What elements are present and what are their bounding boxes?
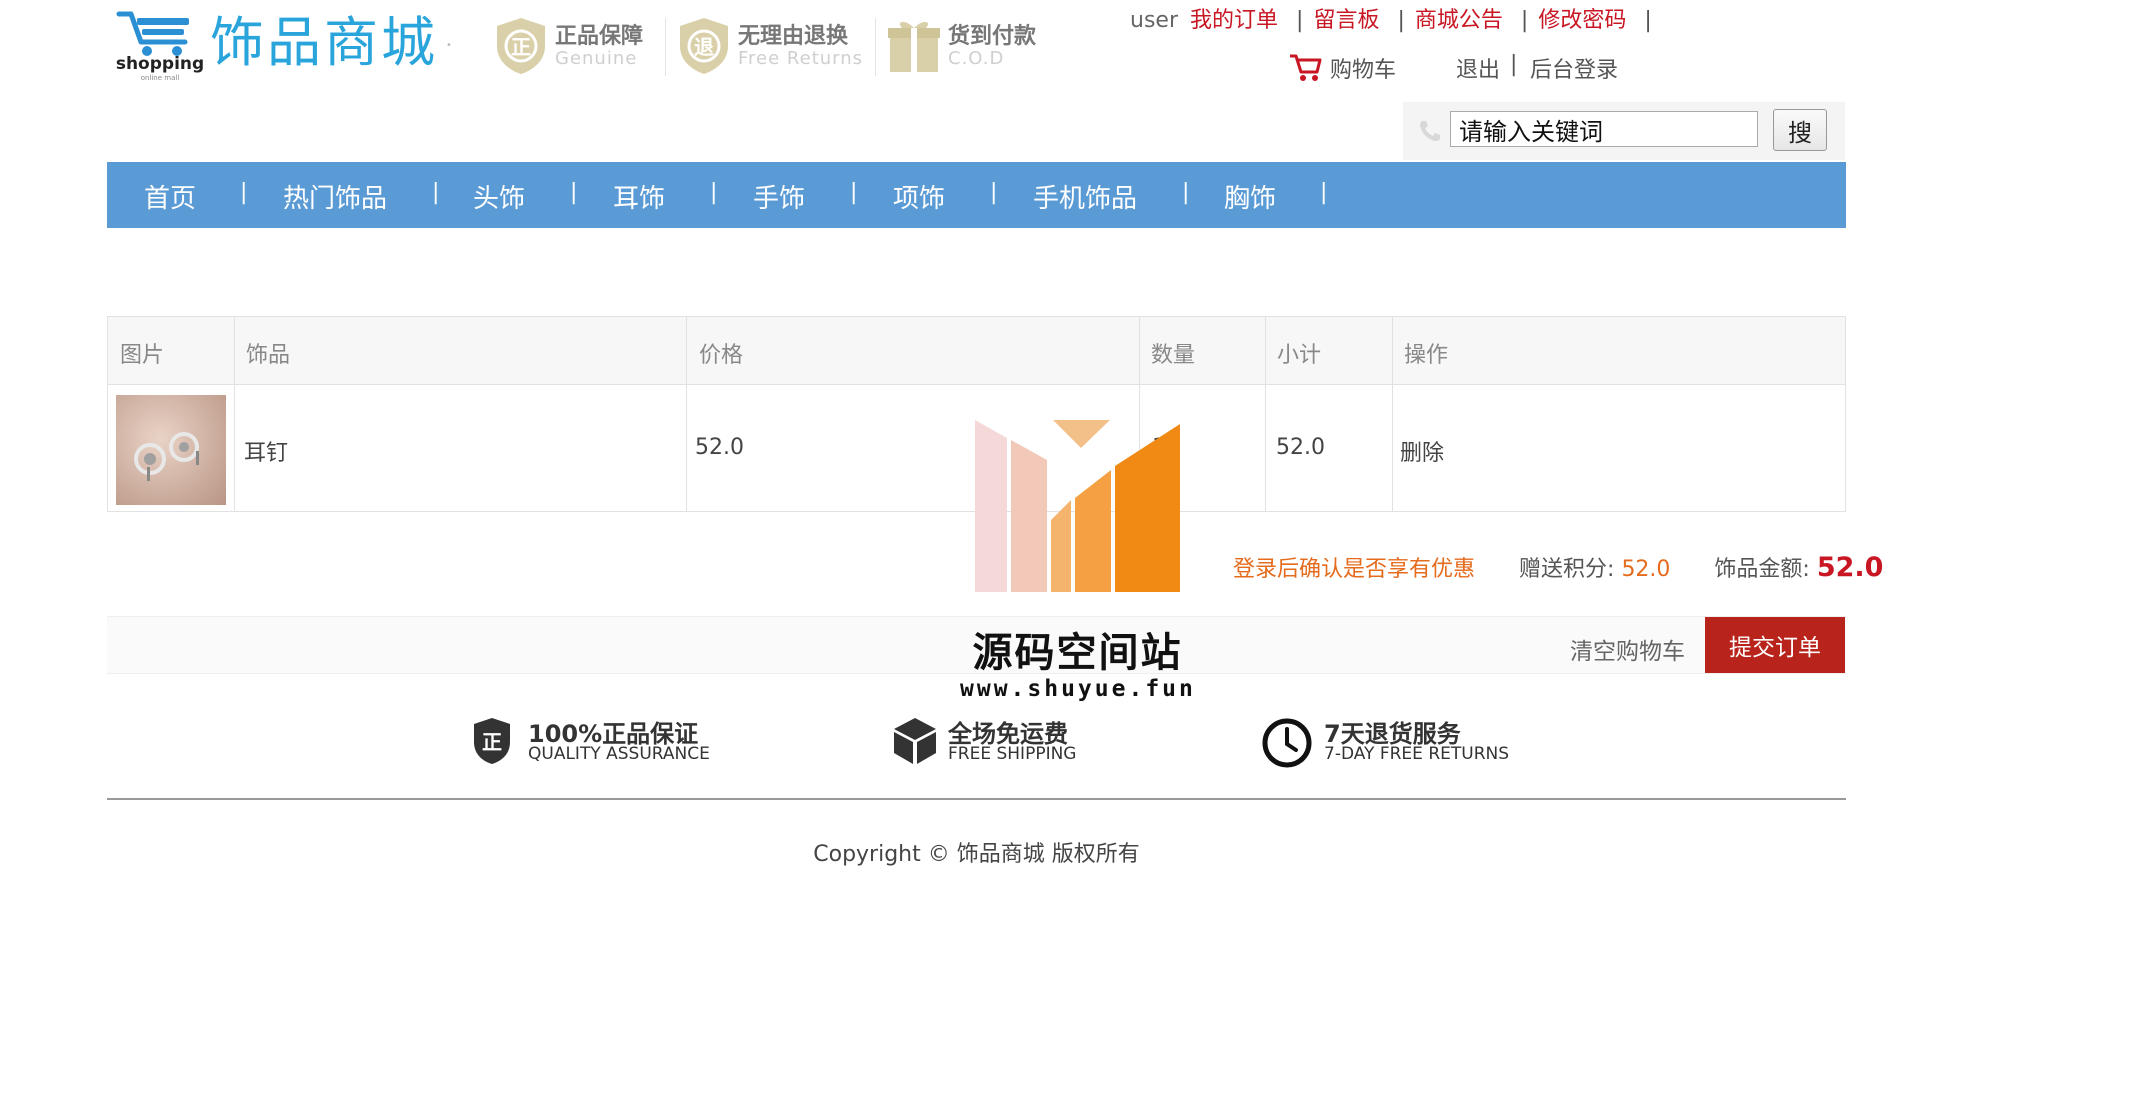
nav-item-bracelets[interactable]: 手饰 xyxy=(753,178,805,215)
svg-text:正: 正 xyxy=(511,35,531,59)
column-header-price: 价格 xyxy=(699,343,744,368)
clear-cart-link[interactable]: 清空购物车 xyxy=(1570,632,1685,666)
nav-item-hot[interactable]: 热门饰品 xyxy=(283,178,387,215)
amount-value: 52.0 xyxy=(1816,552,1884,583)
column-divider xyxy=(686,317,687,511)
nav-item-home[interactable]: 首页 xyxy=(144,178,196,215)
phone-icon xyxy=(1420,121,1440,141)
badge-title: 无理由退换 xyxy=(738,24,849,49)
message-board-link[interactable]: 留言板 xyxy=(1313,8,1379,33)
gift-box-icon xyxy=(888,21,940,72)
logout-link[interactable]: 退出 xyxy=(1456,52,1500,84)
mall-notice-link[interactable]: 商城公告 xyxy=(1415,8,1503,33)
nav-separator: | xyxy=(570,180,578,205)
badge-free-returns: 退 无理由退换 Free Returns xyxy=(676,14,876,78)
shield-tui-icon: 退 xyxy=(680,18,728,74)
watermark-logo xyxy=(975,420,1180,596)
column-divider xyxy=(1265,317,1266,511)
badge-genuine: 正 正品保障 Genuine xyxy=(493,14,663,78)
promo-note[interactable]: 登录后确认是否享有优惠 xyxy=(1233,557,1475,582)
shield-zheng-icon: 正 xyxy=(497,18,545,74)
column-header-quantity: 数量 xyxy=(1151,343,1196,368)
points-value: 52.0 xyxy=(1621,557,1671,582)
badge-subtitle: C.O.D xyxy=(948,48,1005,69)
nav-item-brooches[interactable]: 胸饰 xyxy=(1224,178,1276,215)
my-orders-link[interactable]: 我的订单 xyxy=(1190,8,1278,33)
submit-order-button[interactable]: 提交订单 xyxy=(1705,617,1845,673)
service-quality: 正 100%正品保证 QUALITY ASSURANCE xyxy=(472,714,772,770)
badge-divider xyxy=(875,18,876,76)
account-separator: | xyxy=(1510,52,1518,77)
badge-title: 货到付款 xyxy=(948,24,1037,49)
cart-icon[interactable] xyxy=(1288,52,1322,82)
service-shipping: 全场免运费 FREE SHIPPING xyxy=(892,714,1152,770)
nav-item-necklaces[interactable]: 项饰 xyxy=(893,178,945,215)
svg-text:退: 退 xyxy=(694,35,714,59)
site-logo[interactable]: shopping online mall xyxy=(115,8,205,82)
search-bar: 搜 xyxy=(1403,102,1845,160)
badge-divider xyxy=(665,18,666,76)
nav-separator: | xyxy=(1320,180,1328,205)
username: user xyxy=(1130,8,1178,33)
order-summary: 登录后确认是否享有优惠 赠送积分: 52.0 饰品金额: 52.0 xyxy=(1233,551,1883,583)
nav-item-phone-accessories[interactable]: 手机饰品 xyxy=(1033,178,1137,215)
nav-separator: | xyxy=(850,180,858,205)
shopping-cart-logo-icon xyxy=(116,11,189,56)
top-user-nav: user 我的订单 | 留言板 | 商城公告 | 修改密码 | xyxy=(1130,2,1662,33)
amount-label: 饰品金额: xyxy=(1714,557,1810,582)
column-header-subtotal: 小计 xyxy=(1277,343,1322,368)
watermark-url: www.shuyue.fun xyxy=(960,676,1196,702)
service-subtitle: QUALITY ASSURANCE xyxy=(528,744,710,764)
logo-text: shopping xyxy=(115,54,205,74)
nav-separator: | xyxy=(1520,8,1529,33)
site-name[interactable]: 饰品商城 xyxy=(210,8,438,78)
product-name[interactable]: 耳钉 xyxy=(244,435,288,467)
badge-title: 正品保障 xyxy=(555,24,644,49)
column-header-image: 图片 xyxy=(120,343,165,368)
points-label: 赠送积分: xyxy=(1519,557,1615,582)
search-input[interactable] xyxy=(1450,111,1758,147)
cart-table-header: 图片 饰品 价格 数量 小计 操作 xyxy=(108,317,1845,385)
service-subtitle: FREE SHIPPING xyxy=(948,744,1077,764)
nav-separator: | xyxy=(710,180,718,205)
column-header-action: 操作 xyxy=(1404,343,1449,368)
copyright-text: Copyright © 饰品商城 版权所有 xyxy=(813,842,1140,867)
nav-separator: | xyxy=(1397,8,1405,33)
clock-icon xyxy=(1262,718,1312,768)
logo-dot: • xyxy=(446,40,452,51)
nav-separator: | xyxy=(432,180,440,205)
service-subtitle: 7-DAY FREE RETURNS xyxy=(1324,744,1510,764)
admin-login-link[interactable]: 后台登录 xyxy=(1530,52,1618,84)
footer-divider xyxy=(107,798,1846,800)
column-header-item: 饰品 xyxy=(246,343,291,368)
shield-quality-icon: 正 xyxy=(474,718,510,764)
badge-subtitle: Free Returns xyxy=(738,48,864,69)
cart-link[interactable]: 购物车 xyxy=(1330,52,1396,84)
nav-item-earrings[interactable]: 耳饰 xyxy=(613,178,665,215)
delete-item-link[interactable]: 删除 xyxy=(1400,435,1444,467)
column-divider xyxy=(234,317,235,511)
earring-photo-icon xyxy=(134,432,199,481)
watermark-title: 源码空间站 xyxy=(972,630,1183,676)
nav-item-headwear[interactable]: 头饰 xyxy=(473,178,525,215)
nav-separator: | xyxy=(1644,8,1652,33)
product-price: 52.0 xyxy=(695,435,744,460)
nav-separator: | xyxy=(1296,8,1304,33)
change-password-link[interactable]: 修改密码 xyxy=(1538,8,1626,33)
main-category-nav: 首页 | 热门饰品 | 头饰 | 耳饰 | 手饰 | 项饰 | 手机饰品 | 胸… xyxy=(107,162,1846,228)
badge-cod: 货到付款 C.O.D xyxy=(886,14,1056,78)
service-returns: 7天退货服务 7-DAY FREE RETURNS xyxy=(1262,714,1562,770)
search-button[interactable]: 搜 xyxy=(1773,109,1827,151)
nav-separator: | xyxy=(240,180,248,205)
badge-subtitle: Genuine xyxy=(555,48,638,69)
product-subtotal: 52.0 xyxy=(1276,435,1325,460)
product-image[interactable] xyxy=(116,395,226,505)
package-box-icon xyxy=(894,718,936,764)
nav-separator: | xyxy=(1182,180,1190,205)
svg-text:正: 正 xyxy=(482,730,502,754)
logo-subtext: online mall xyxy=(140,74,180,82)
nav-separator: | xyxy=(990,180,998,205)
column-divider xyxy=(1392,317,1393,511)
watermark-m-icon xyxy=(975,420,1180,592)
